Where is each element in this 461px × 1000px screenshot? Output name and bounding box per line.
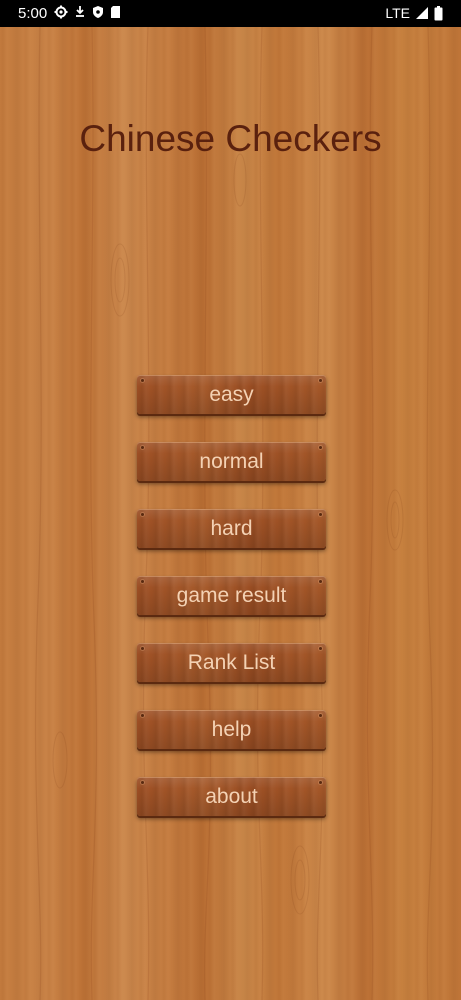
nail-decoration bbox=[319, 379, 322, 382]
nail-decoration bbox=[141, 379, 144, 382]
game-result-button-label: game result bbox=[176, 584, 287, 607]
network-type: LTE bbox=[385, 5, 410, 21]
status-icons-right: LTE bbox=[385, 5, 443, 21]
easy-button[interactable]: easy bbox=[137, 375, 326, 414]
nail-decoration bbox=[141, 714, 144, 717]
nail-decoration bbox=[319, 647, 322, 650]
help-button[interactable]: help bbox=[137, 710, 326, 749]
status-time: 5:00 bbox=[18, 5, 48, 22]
rank-list-button-label: Rank List bbox=[187, 651, 276, 674]
game-result-button[interactable]: game result bbox=[137, 576, 326, 615]
nail-decoration bbox=[319, 513, 322, 516]
about-button[interactable]: about bbox=[137, 777, 326, 816]
about-button-label: about bbox=[205, 785, 258, 808]
help-button-label: help bbox=[211, 718, 252, 741]
nail-decoration bbox=[319, 714, 322, 717]
hard-button[interactable]: hard bbox=[137, 509, 326, 548]
sd-card-icon bbox=[111, 6, 120, 18]
nail-decoration bbox=[319, 781, 322, 784]
download-icon bbox=[76, 6, 84, 17]
nail-decoration bbox=[141, 647, 144, 650]
shield-icon bbox=[93, 6, 103, 18]
page-title: Chinese Checkers bbox=[79, 118, 382, 159]
normal-button-label: normal bbox=[199, 450, 264, 473]
nail-decoration bbox=[141, 446, 144, 449]
nail-decoration bbox=[141, 781, 144, 784]
status-icons-left bbox=[54, 5, 121, 19]
nail-decoration bbox=[141, 513, 144, 516]
status-bar: 5:00 LTE bbox=[0, 0, 461, 27]
signal-icon bbox=[416, 7, 428, 19]
normal-button[interactable]: normal bbox=[137, 442, 326, 481]
gear-icon bbox=[54, 5, 68, 19]
nail-decoration bbox=[141, 580, 144, 583]
app-screen: 5:00 LTE Chinese Checkers easy normal ha… bbox=[0, 0, 461, 1000]
hard-button-label: hard bbox=[210, 517, 253, 540]
nail-decoration bbox=[319, 580, 322, 583]
easy-button-label: easy bbox=[209, 383, 254, 406]
main-menu: easy normal hard game result Rank List h… bbox=[137, 375, 326, 844]
nail-decoration bbox=[319, 446, 322, 449]
rank-list-button[interactable]: Rank List bbox=[137, 643, 326, 682]
battery-icon bbox=[434, 5, 443, 20]
